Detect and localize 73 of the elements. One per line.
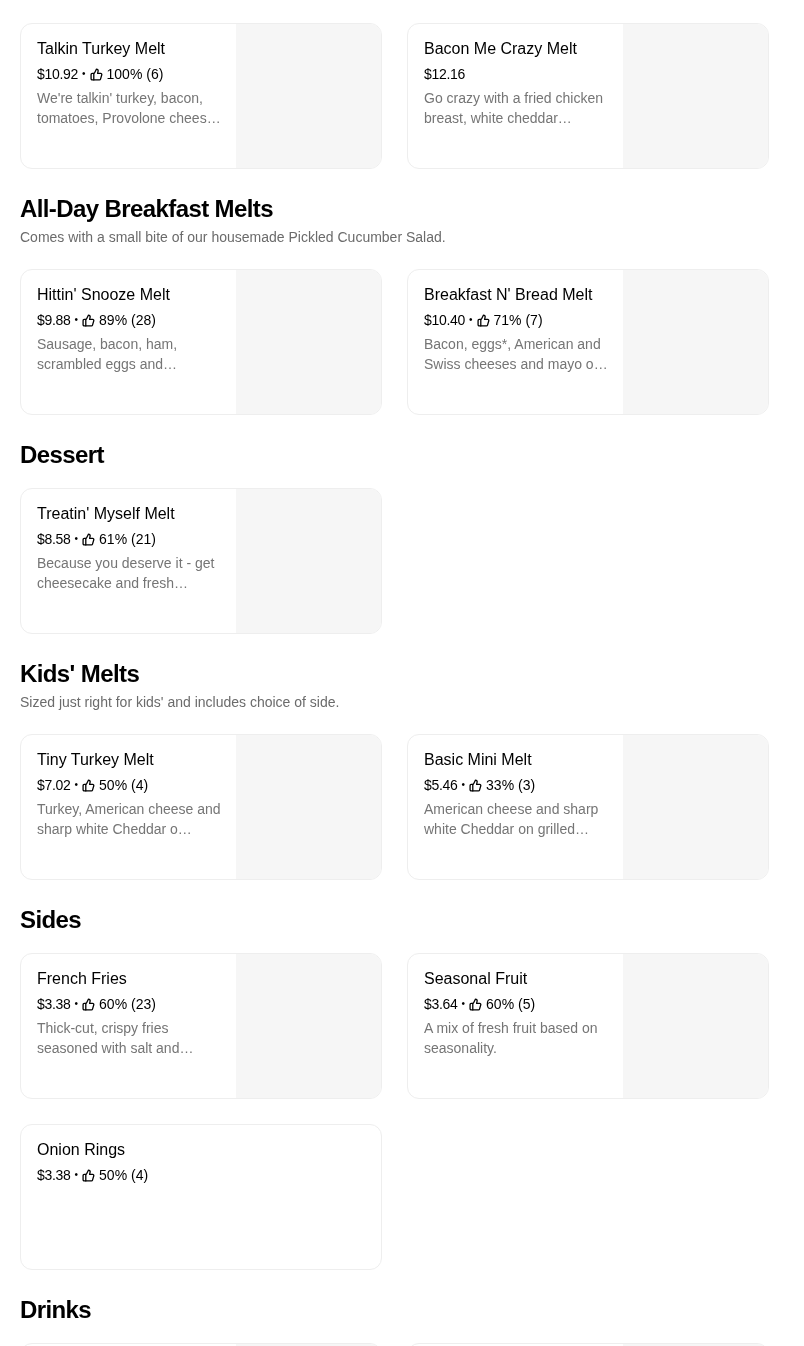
section-subtitle: Comes with a small bite of our housemade Pickled Cucumber Salad. <box>20 228 447 247</box>
menu-item-card[interactable]: Hittin' Snooze Melt $9.88 • 89% (28) Sausage, bacon, ham, scrambled eggs and… <box>20 269 382 415</box>
section-subtitle: Sized just right for kids' and includes choice of side. <box>20 693 341 712</box>
item-price: $10.40 <box>424 311 466 330</box>
thumbs-up-icon <box>89 67 103 81</box>
menu-item-card[interactable]: Breakfast N' Bread Melt $10.40 • 71% (7) Bacon, eggs*, American and Swiss cheeses and mayo o… <box>407 269 769 415</box>
item-price: $8.58 <box>37 530 71 549</box>
item-description: Sausage, bacon, ham, scrambled eggs and… <box>37 335 179 374</box>
item-description: American cheese and sharp white Cheddar on grilled… <box>424 800 600 839</box>
separator-dot: • <box>74 1168 79 1182</box>
section-heading: Kids' Melts <box>20 660 141 688</box>
menu-item-card[interactable]: Talkin Turkey Melt $10.92 • 100% (6) We're talkin' turkey, bacon, tomatoes, Provolone chees… <box>20 23 382 169</box>
item-name: Seasonal Fruit <box>424 969 529 989</box>
thumbs-up-icon <box>82 778 96 792</box>
item-price: $3.64 <box>424 995 458 1014</box>
menu-item-card[interactable]: French Fries $3.38 • 60% (23) Thick-cut, crispy fries seasoned with salt and… <box>20 953 382 1099</box>
separator-dot: • <box>469 313 473 327</box>
item-rating: 33% (3) <box>486 776 536 795</box>
item-description: Bacon, eggs*, American and Swiss cheeses and mayo o… <box>424 335 609 374</box>
thumbs-up-icon <box>476 313 490 327</box>
item-name: Talkin Turkey Melt <box>37 39 167 59</box>
thumbs-up-icon <box>82 1168 96 1182</box>
separator-dot: • <box>461 778 466 792</box>
item-description: Thick-cut, crispy fries seasoned with salt and… <box>37 1019 195 1058</box>
item-price: $12.16 <box>424 65 466 84</box>
menu-item-card[interactable]: Onion Rings $3.38 • 50% (4) <box>20 1124 382 1270</box>
item-name: Breakfast N' Bread Melt <box>424 285 594 305</box>
thumbs-up-icon <box>469 997 483 1011</box>
item-name: Onion Rings <box>37 1140 127 1160</box>
item-rating: 60% (5) <box>486 995 536 1014</box>
separator-dot: • <box>82 67 86 81</box>
section-heading: All-Day Breakfast Melts <box>20 195 274 223</box>
item-name: French Fries <box>37 969 128 989</box>
item-name: Bacon Me Crazy Melt <box>424 39 578 59</box>
thumbs-up-icon <box>82 313 96 327</box>
item-rating: 50% (4) <box>99 776 149 795</box>
item-rating: 60% (23) <box>99 995 156 1014</box>
item-price: $10.92 <box>37 65 79 84</box>
item-name: Hittin' Snooze Melt <box>37 285 171 305</box>
item-price: $3.38 <box>37 1166 71 1185</box>
separator-dot: • <box>74 532 79 546</box>
item-rating: 89% (28) <box>99 311 156 330</box>
separator-dot: • <box>74 778 79 792</box>
item-price: $9.88 <box>37 311 71 330</box>
item-rating: 61% (21) <box>99 530 156 549</box>
item-description: Go crazy with a fried chicken breast, white cheddar… <box>424 89 604 128</box>
item-name: Treatin' Myself Melt <box>37 504 176 524</box>
item-rating: 100% (6) <box>106 65 164 84</box>
item-name: Basic Mini Melt <box>424 750 533 770</box>
menu-item-card[interactable]: Basic Mini Melt $5.46 • 33% (3) American cheese and sharp white Cheddar on grilled… <box>407 734 769 880</box>
thumbs-up-icon <box>469 778 483 792</box>
thumbs-up-icon <box>82 997 96 1011</box>
thumbs-up-icon <box>82 532 96 546</box>
item-price: $3.38 <box>37 995 71 1014</box>
item-rating: 71% (7) <box>493 311 543 330</box>
item-description: Turkey, American cheese and sharp white Cheddar o… <box>37 800 222 839</box>
separator-dot: • <box>461 997 466 1011</box>
item-description: Because you deserve it - get cheesecake and fresh… <box>37 554 216 593</box>
section-heading: Drinks <box>20 1296 93 1324</box>
item-description: A mix of fresh fruit based on seasonality. <box>424 1019 599 1058</box>
item-name: Tiny Turkey Melt <box>37 750 155 770</box>
menu-item-card[interactable]: Bacon Me Crazy Melt $12.16 Go crazy with a fried chicken breast, white cheddar… <box>407 23 769 169</box>
item-rating: 50% (4) <box>99 1166 149 1185</box>
item-description: We're talkin' turkey, bacon, tomatoes, Provolone chees… <box>37 89 222 128</box>
section-heading: Sides <box>20 906 83 934</box>
menu-item-card[interactable]: Seasonal Fruit $3.64 • 60% (5) A mix of fresh fruit based on seasonality. <box>407 953 769 1099</box>
item-price: $7.02 <box>37 776 71 795</box>
item-price: $5.46 <box>424 776 458 795</box>
menu-item-card[interactable]: Tiny Turkey Melt $7.02 • 50% (4) Turkey, American cheese and sharp white Cheddar o… <box>20 734 382 880</box>
section-heading: Dessert <box>20 441 106 469</box>
separator-dot: • <box>74 313 79 327</box>
separator-dot: • <box>74 997 79 1011</box>
menu-item-card[interactable]: Treatin' Myself Melt $8.58 • 61% (21) Because you deserve it - get cheesecake and fresh… <box>20 488 382 634</box>
